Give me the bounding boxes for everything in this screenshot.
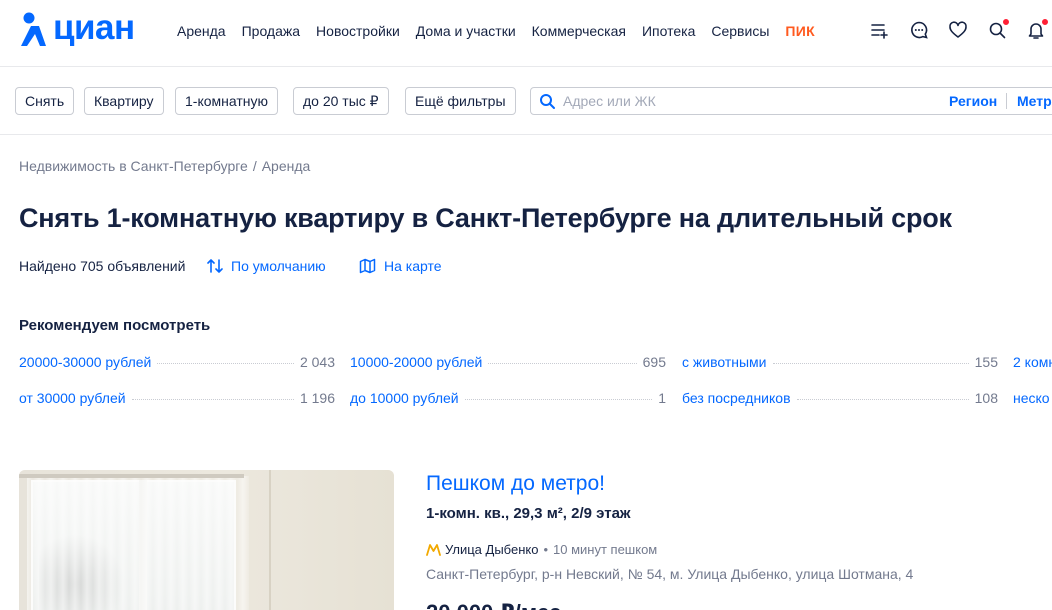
bullet-separator: • [543,542,549,557]
nav-item-mortgage[interactable]: Ипотека [642,23,695,39]
recommendation-label[interactable]: неско [1013,390,1050,406]
sort-label: По умолчанию [231,258,326,274]
bell-icon[interactable] [1026,18,1049,40]
recommendation-count: 1 196 [299,390,335,406]
breadcrumb-item-rent[interactable]: Аренда [262,158,311,174]
recommendation-link[interactable]: 2 комн [1013,354,1052,374]
nav-item-new-buildings[interactable]: Новостройки [316,23,400,39]
metro-button[interactable]: Метро [1017,93,1052,109]
map-icon [359,258,376,274]
listing-photo[interactable] [19,470,394,610]
recommendation-link[interactable]: 10000-20000 рублей 695 [350,354,666,374]
metro-icon [426,543,441,556]
recommendation-count: 155 [974,354,998,370]
metro-walk-time: 10 минут пешком [553,542,658,557]
breadcrumb-item-realty[interactable]: Недвижимость в Санкт-Петербурге [19,158,248,174]
photo-wall-corner [269,470,271,610]
nav-item-houses[interactable]: Дома и участки [416,23,516,39]
nav-item-commercial[interactable]: Коммерческая [532,23,626,39]
recommendation-link[interactable]: 20000-30000 рублей 2 043 [19,354,335,374]
listing-metro: Улица Дыбенко • 10 минут пешком [426,542,657,557]
region-button[interactable]: Регион [949,93,997,109]
dotted-leader [488,363,637,364]
main-nav: Аренда Продажа Новостройки Дома и участк… [177,23,815,39]
header-icons [870,18,1049,40]
recommendation-label[interactable]: 2 комн [1013,354,1052,370]
metro-station[interactable]: Улица Дыбенко [445,542,538,557]
address-search[interactable]: Адрес или ЖК Регион Метро [530,87,1052,115]
recommendations-title: Рекомендуем посмотреть [19,317,211,334]
listing-subtitle: 1-комн. кв., 29,3 м², 2/9 этаж [426,505,631,522]
dotted-leader [796,399,969,400]
sort-icon [207,259,223,273]
recommendation-count: 2 043 [299,354,335,370]
recommendation-label[interactable]: от 30000 рублей [19,390,126,406]
dotted-leader [157,363,294,364]
recommendation-link[interactable]: до 10000 рублей 1 [350,390,666,410]
recommendation-label[interactable]: без посредников [682,390,791,406]
listing-address: Санкт-Петербург, р-н Невский, № 54, м. У… [426,566,914,582]
recommendation-count: 1 [658,390,666,406]
breadcrumb-separator: / [252,158,257,174]
recommendation-link[interactable]: с животными 155 [682,354,998,374]
recommendation-label[interactable]: с животными [682,354,767,370]
sort-button[interactable]: По умолчанию [207,258,326,274]
breadcrumb: Недвижимость в Санкт-Петербурге / Аренда [19,158,310,174]
notification-dot [1041,18,1049,26]
listing-price: 20 000 ₽/мес. [426,600,567,610]
chat-icon[interactable] [909,20,929,40]
compare-list-icon[interactable] [870,20,890,40]
page-title: Снять 1-комнатную квартиру в Санкт-Петер… [19,203,952,233]
price-button[interactable]: до 20 тыс ₽ [293,87,389,115]
recommendation-link[interactable]: без посредников 108 [682,390,998,410]
results-count: Найдено 705 объявлений [19,258,186,274]
site-header: циан Аренда Продажа Новостройки Дома и у… [0,0,1052,67]
nav-item-services[interactable]: Сервисы [711,23,769,39]
divider [1006,93,1007,109]
recommendation-label[interactable]: 20000-30000 рублей [19,354,151,370]
nav-item-rent[interactable]: Аренда [177,23,226,39]
deal-type-button[interactable]: Снять [15,87,75,115]
heart-icon[interactable] [948,20,968,40]
recommendation-label[interactable]: до 10000 рублей [350,390,459,406]
map-label: На карте [384,258,442,274]
saved-search-icon[interactable] [987,18,1010,40]
photo-curtain-rod [19,474,244,478]
dotted-leader [131,399,294,400]
filter-bar: Снять Квартиру 1-комнатную до 20 тыс ₽ Е… [0,67,1052,135]
recommendation-label[interactable]: 10000-20000 рублей [350,354,482,370]
map-view-button[interactable]: На карте [359,258,442,274]
nav-item-sale[interactable]: Продажа [242,23,300,39]
dotted-leader [464,399,653,400]
notification-dot [1002,18,1010,26]
dotted-leader [772,363,969,364]
recommendation-link[interactable]: неско [1013,390,1052,410]
logo-pin-icon [21,12,46,46]
photo-curtain [27,476,249,610]
object-type-button[interactable]: Квартиру [84,87,164,115]
search-input[interactable]: Адрес или ЖК [563,93,656,109]
search-icon [539,93,556,115]
listing-title[interactable]: Пешком до метро! [426,472,605,496]
nav-item-pik[interactable]: ПИК [785,23,815,39]
more-filters-button[interactable]: Ещё фильтры [405,87,516,115]
rooms-button[interactable]: 1-комнатную [175,87,278,115]
cian-logo[interactable]: циан [19,9,135,47]
logo-text: циан [53,8,135,47]
recommendation-count: 695 [642,354,666,370]
recommendation-count: 108 [974,390,998,406]
recommendation-link[interactable]: от 30000 рублей 1 196 [19,390,335,410]
